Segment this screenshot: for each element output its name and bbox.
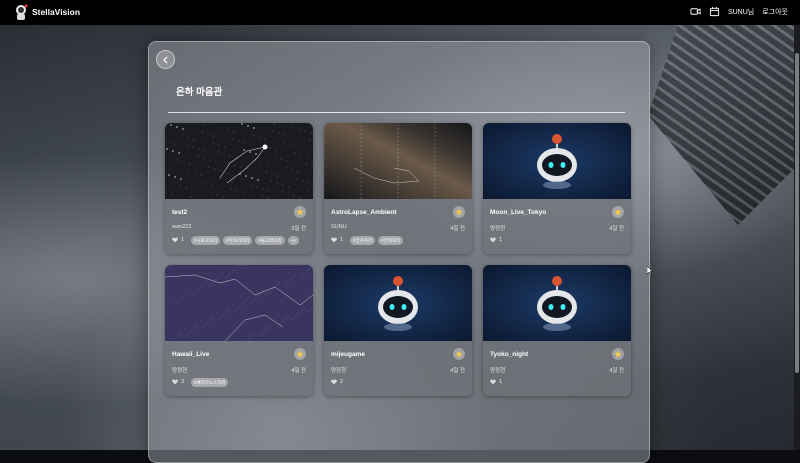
mouse-cursor (647, 266, 653, 275)
title-divider (168, 112, 625, 113)
brand-name[interactable]: StellaVision (32, 7, 80, 17)
like-count[interactable]: 1 (490, 237, 502, 243)
card-author: 양정현 (172, 366, 187, 374)
video-card[interactable]: test2 wan223 3일 전 1 #시로고자리#목수리자리#물고래자리 +6 (165, 123, 313, 254)
astronaut-logo-icon[interactable] (12, 3, 30, 23)
card-time: 4일 전 (609, 366, 624, 374)
card-thumbnail[interactable] (324, 265, 472, 341)
heart-icon[interactable] (331, 379, 337, 385)
back-button[interactable] (156, 50, 175, 69)
star-icon[interactable] (453, 206, 465, 218)
tag-chip[interactable]: #시로고자리 (191, 236, 220, 245)
like-count-value: 3 (181, 379, 184, 385)
video-camera-icon[interactable] (690, 6, 701, 17)
card-thumbnail[interactable] (165, 123, 313, 199)
like-count-value: 1 (499, 379, 502, 385)
like-count-value: 1 (499, 237, 502, 243)
video-card[interactable]: mijeugame 양정현 4일 전 2 (324, 265, 472, 396)
video-card[interactable]: Hawaii_Live 양정현 4일 전 3 #페르다느스자리 (165, 265, 313, 396)
card-title[interactable]: AstroLapse_Ambient (331, 209, 396, 216)
tag-chip[interactable]: #전체자리 (378, 236, 403, 245)
scroll-thumb[interactable] (795, 53, 799, 373)
star-icon[interactable] (294, 348, 306, 360)
like-count[interactable]: 3 (172, 379, 184, 385)
tag-chip[interactable]: #페르다느스자리 (191, 378, 228, 387)
chevron-left-icon (162, 56, 170, 64)
tag-list: #페르다느스자리 (191, 378, 228, 387)
tag-chip[interactable]: #궁수자리 (350, 236, 375, 245)
card-title[interactable]: Moon_Live_Tokyo (490, 209, 546, 216)
card-thumbnail[interactable] (324, 123, 472, 199)
top-nav-bar: StellaVision SUNU님 로그아웃 (0, 0, 800, 25)
star-icon[interactable] (453, 348, 465, 360)
card-thumbnail[interactable] (483, 123, 631, 199)
like-count[interactable]: 1 (172, 237, 184, 243)
card-author: 양정현 (331, 366, 346, 374)
star-icon[interactable] (612, 348, 624, 360)
card-author: wan223 (172, 224, 191, 230)
card-thumbnail[interactable] (165, 265, 313, 341)
like-count[interactable]: 1 (331, 237, 343, 243)
video-card[interactable]: Tyoko_night 양정현 4일 전 1 (483, 265, 631, 396)
star-icon[interactable] (612, 206, 624, 218)
card-time: 3일 전 (291, 224, 306, 232)
card-time: 4일 전 (609, 224, 624, 232)
like-count[interactable]: 1 (490, 379, 502, 385)
video-card[interactable]: AstroLapse_Ambient SUNU 4일 전 1 #궁수자리#전체자… (324, 123, 472, 254)
user-name-label: SUNU님 (728, 7, 754, 17)
tag-chip[interactable]: #목수리자리 (223, 236, 252, 245)
scrollbar[interactable] (794, 25, 800, 450)
card-title[interactable]: mijeugame (331, 351, 365, 358)
like-count[interactable]: 2 (331, 379, 343, 385)
heart-icon[interactable] (490, 237, 496, 243)
like-count-value: 1 (340, 237, 343, 243)
gallery-panel: 은하 마음관 test2 wan223 3일 전 1 #시로고자리#목수리자리#… (148, 41, 650, 463)
card-time: 4일 전 (450, 366, 465, 374)
tag-list: #궁수자리#전체자리 (350, 236, 403, 245)
calendar-icon[interactable] (709, 6, 720, 17)
heart-icon[interactable] (331, 237, 337, 243)
card-author: 양정현 (490, 366, 505, 374)
logout-link[interactable]: 로그아웃 (762, 7, 788, 17)
card-thumbnail[interactable] (483, 265, 631, 341)
like-count-value: 1 (181, 237, 184, 243)
heart-icon[interactable] (490, 379, 496, 385)
card-author: 양정현 (490, 224, 505, 232)
heart-icon[interactable] (172, 379, 178, 385)
card-title[interactable]: Hawaii_Live (172, 351, 209, 358)
star-icon[interactable] (294, 206, 306, 218)
tag-chip[interactable]: +6 (288, 236, 299, 245)
video-card[interactable]: Moon_Live_Tokyo 양정현 4일 전 1 (483, 123, 631, 254)
card-time: 4일 전 (450, 224, 465, 232)
card-title[interactable]: Tyoko_night (490, 351, 528, 358)
card-author: SUNU (331, 224, 347, 230)
heart-icon[interactable] (172, 237, 178, 243)
like-count-value: 2 (340, 379, 343, 385)
card-time: 4일 전 (291, 366, 306, 374)
tag-chip[interactable]: #물고래자리 (255, 236, 284, 245)
tag-list: #시로고자리#목수리자리#물고래자리 +6 (191, 236, 299, 245)
card-title[interactable]: test2 (172, 209, 187, 216)
page-title: 은하 마음관 (176, 84, 222, 98)
